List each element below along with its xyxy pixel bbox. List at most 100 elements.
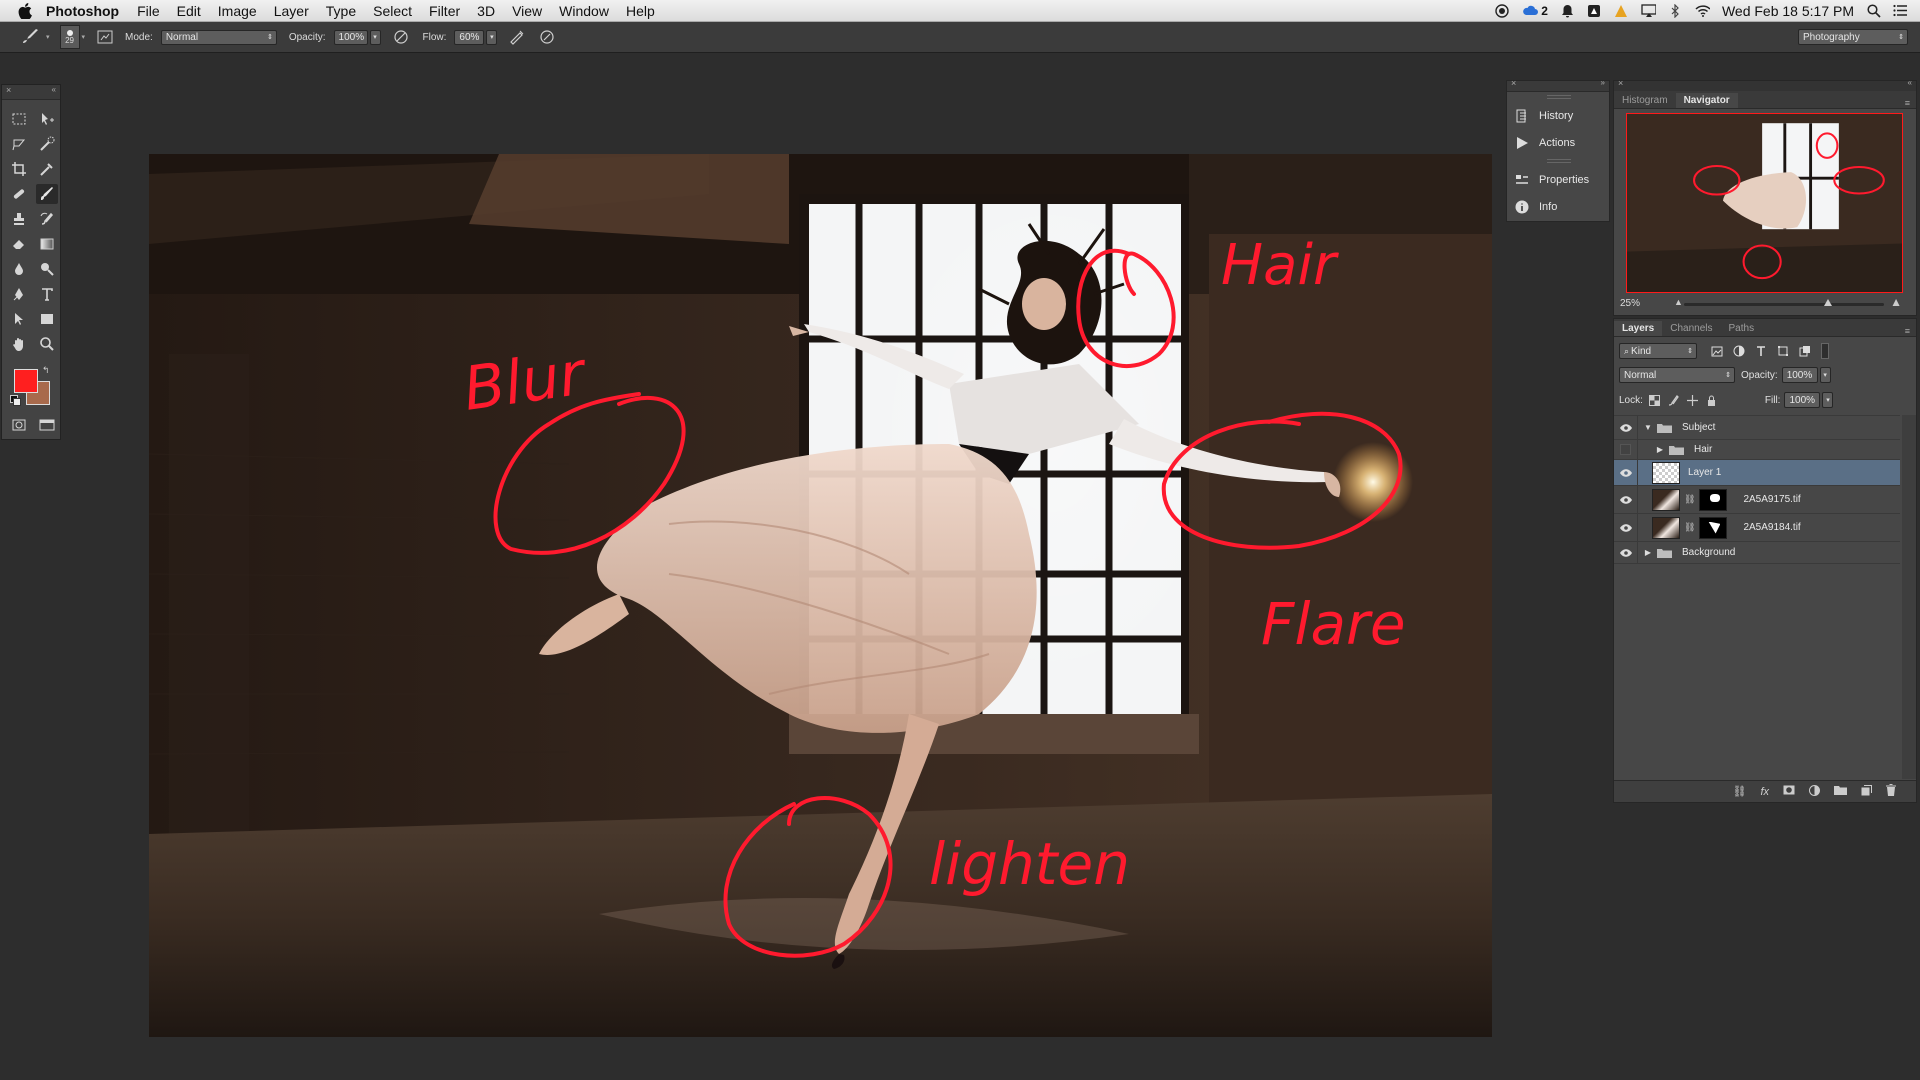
smart-object-filter-icon[interactable] <box>1799 345 1811 357</box>
grip-handle[interactable] <box>1547 159 1571 163</box>
navigator-zoom-value[interactable]: 25% <box>1620 298 1640 309</box>
visibility-eye-icon[interactable] <box>1614 459 1638 486</box>
panel-menu-icon[interactable]: ≡ <box>1905 326 1910 336</box>
close-icon[interactable]: × <box>1618 78 1623 88</box>
layer-mask-thumbnail[interactable] <box>1699 516 1728 539</box>
tools-panel-header[interactable]: × « <box>2 85 60 100</box>
healing-brush-tool-icon[interactable] <box>8 184 30 204</box>
visibility-eye-icon[interactable] <box>1614 414 1638 441</box>
filter-toggle-switch[interactable] <box>1821 343 1829 359</box>
airplay-icon[interactable] <box>1641 3 1656 18</box>
layer-row-2a5a9184[interactable]: ⛓ 2A5A9184.tif <box>1614 513 1900 542</box>
move-tool-icon[interactable] <box>36 109 58 129</box>
foreground-color-swatch[interactable] <box>14 369 38 393</box>
brush-size-preview[interactable]: 29 <box>59 25 80 49</box>
layer-name[interactable]: Background <box>1682 547 1735 558</box>
brush-tool-preset-icon[interactable] <box>20 28 46 46</box>
filter-kind-select[interactable]: ⌕ Kind ⇕ <box>1619 343 1697 359</box>
rectangle-tool-icon[interactable] <box>36 309 58 329</box>
layer-row-background-group[interactable]: ▶ Background <box>1614 541 1900 564</box>
layer-name[interactable]: Subject <box>1682 422 1715 433</box>
visibility-eye-icon[interactable] <box>1614 485 1638 514</box>
dock-info-button[interactable]: Info <box>1515 196 1557 218</box>
blur-tool-icon[interactable] <box>8 259 30 279</box>
bluetooth-icon[interactable] <box>1668 3 1683 18</box>
dock-header[interactable]: × » <box>1507 78 1609 92</box>
dock-history-button[interactable]: History <box>1515 105 1573 127</box>
layer-row-hair-group[interactable]: ▶ Hair <box>1614 439 1900 460</box>
clock-datetime[interactable]: Wed Feb 18 5:17 PM <box>1722 3 1854 19</box>
history-brush-tool-icon[interactable] <box>36 209 58 229</box>
visibility-eye-icon[interactable] <box>1614 541 1638 564</box>
menu-window[interactable]: Window <box>559 3 609 19</box>
hand-tool-icon[interactable] <box>8 334 30 354</box>
shape-filter-icon[interactable] <box>1777 345 1789 357</box>
blend-mode-select[interactable]: Normal ⇕ <box>160 29 277 45</box>
tab-navigator[interactable]: Navigator <box>1675 93 1738 108</box>
tab-channels[interactable]: Channels <box>1662 321 1720 336</box>
dock-actions-button[interactable]: Actions <box>1515 132 1575 154</box>
adjustment-filter-icon[interactable] <box>1733 345 1745 357</box>
delete-layer-icon[interactable] <box>1886 784 1896 799</box>
zoom-out-icon[interactable]: ▲ <box>1674 297 1683 307</box>
flow-slider-dropdown[interactable]: ▾ <box>486 29 498 45</box>
default-colors-icon[interactable] <box>10 395 21 406</box>
navigator-view-box[interactable] <box>1626 113 1903 293</box>
document-canvas[interactable]: Blur Hair Flare lighten <box>149 154 1492 1037</box>
visibility-eye-icon[interactable] <box>1614 513 1638 542</box>
spotlight-search-icon[interactable] <box>1866 3 1881 18</box>
flow-input[interactable]: 60% <box>454 29 485 45</box>
wifi-icon[interactable] <box>1695 4 1710 18</box>
menu-layer[interactable]: Layer <box>274 3 309 19</box>
workspace-switcher[interactable]: Photography ⇕ <box>1798 29 1908 45</box>
close-icon[interactable]: × <box>6 85 11 95</box>
layers-scrollbar[interactable] <box>1902 415 1916 779</box>
collapse-icon[interactable]: « <box>1908 78 1912 87</box>
path-selection-tool-icon[interactable] <box>8 309 30 329</box>
clone-stamp-tool-icon[interactable] <box>8 209 30 229</box>
menu-select[interactable]: Select <box>373 3 412 19</box>
layer-opacity-input[interactable]: 100% <box>1781 367 1818 383</box>
layer-row-layer-1[interactable]: Layer 1 <box>1614 459 1900 486</box>
apple-icon[interactable] <box>18 2 36 19</box>
collapsed-arrow-icon[interactable]: ▶ <box>1644 548 1652 557</box>
zoom-tool-icon[interactable] <box>36 334 58 354</box>
layer-name[interactable]: Hair <box>1694 444 1712 455</box>
menu-filter[interactable]: Filter <box>429 3 460 19</box>
brush-tool-icon[interactable] <box>36 184 58 204</box>
layer-row-2a5a9175[interactable]: ⛓ 2A5A9175.tif <box>1614 485 1900 514</box>
menu-view[interactable]: View <box>512 3 542 19</box>
record-icon[interactable] <box>1494 3 1509 18</box>
link-layers-icon[interactable]: ⛓ <box>1732 785 1746 798</box>
new-group-icon[interactable] <box>1834 785 1847 798</box>
mask-link-icon[interactable]: ⛓ <box>1684 494 1695 505</box>
lock-position-icon[interactable] <box>1686 394 1698 406</box>
mask-link-icon[interactable]: ⛓ <box>1684 522 1695 533</box>
menu-help[interactable]: Help <box>626 3 655 19</box>
type-filter-icon[interactable] <box>1755 345 1767 357</box>
lock-image-icon[interactable] <box>1668 394 1679 406</box>
fx-effects-icon[interactable]: fx <box>1760 786 1769 798</box>
notification-center-icon[interactable] <box>1893 4 1908 18</box>
screen-mode-icon[interactable] <box>36 415 58 435</box>
airbrush-icon[interactable] <box>509 29 525 45</box>
layer-name[interactable]: Layer 1 <box>1688 467 1721 478</box>
lock-transparent-icon[interactable] <box>1648 394 1660 406</box>
close-icon[interactable]: × <box>1511 78 1516 88</box>
menu-edit[interactable]: Edit <box>177 3 201 19</box>
zoom-slider-knob[interactable] <box>1824 299 1832 306</box>
fill-input[interactable]: 100% <box>1784 392 1821 408</box>
gradient-tool-icon[interactable] <box>36 234 58 254</box>
adobe-alert-icon[interactable] <box>1614 4 1629 18</box>
navigator-zoom-slider[interactable] <box>1684 299 1884 306</box>
swap-colors-icon[interactable]: ↰ <box>42 365 50 376</box>
chevron-down-icon[interactable]: ▾ <box>82 33 86 41</box>
tab-paths[interactable]: Paths <box>1721 321 1763 336</box>
quick-mask-icon[interactable] <box>8 415 30 435</box>
grip-handle[interactable] <box>1547 95 1571 99</box>
layer-name[interactable]: 2A5A9175.tif <box>1743 494 1800 505</box>
expanded-arrow-icon[interactable]: ▼ <box>1644 423 1652 432</box>
menu-file[interactable]: File <box>137 3 160 19</box>
collapse-icon[interactable]: « <box>52 85 56 94</box>
zoom-in-icon[interactable]: ▲ <box>1890 295 1902 309</box>
